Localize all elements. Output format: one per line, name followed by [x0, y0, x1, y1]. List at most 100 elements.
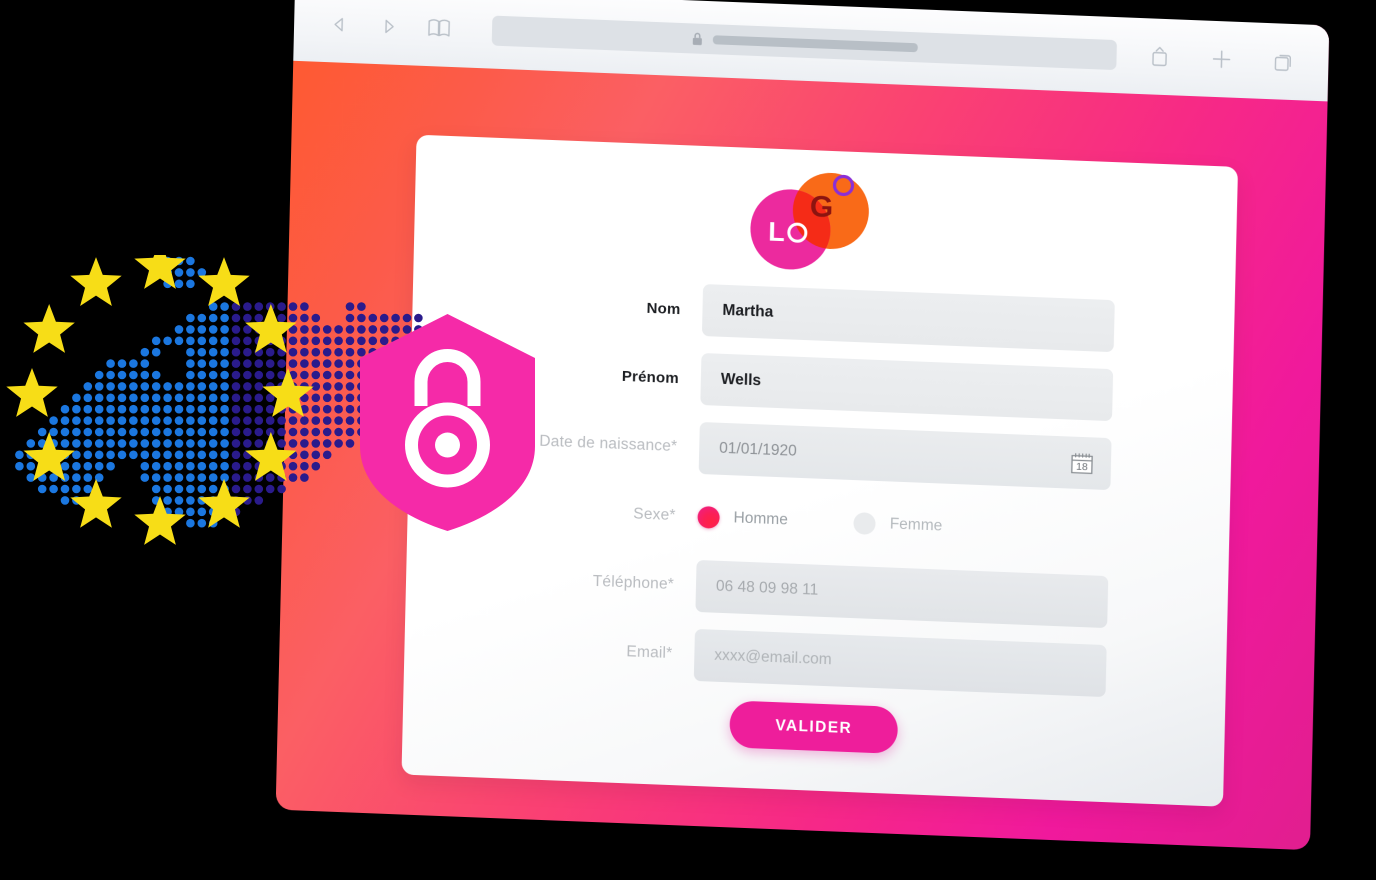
map-dot — [243, 313, 252, 323]
map-dot — [197, 347, 207, 357]
map-dot — [231, 404, 241, 414]
book-icon[interactable] — [422, 11, 457, 46]
map-dot — [117, 404, 127, 414]
map-dot — [265, 382, 275, 391]
map-dot — [186, 416, 195, 425]
map-dot — [72, 439, 81, 448]
eu-star — [198, 478, 250, 528]
map-dot — [220, 325, 229, 334]
map-dot — [265, 347, 275, 357]
map-dot — [49, 484, 58, 494]
map-dot — [140, 461, 150, 471]
map-dot — [174, 473, 184, 482]
input-prenom[interactable]: Wells — [700, 352, 1114, 422]
toolbar-gap-2 — [406, 27, 422, 28]
map-dot — [186, 473, 195, 482]
form-card: L G Nom Martha Prénom Wells Date de nais… — [401, 134, 1239, 807]
map-dot — [265, 325, 275, 334]
map-dot — [254, 347, 264, 357]
map-dot — [277, 347, 286, 357]
eu-star — [134, 496, 186, 545]
map-dot — [129, 393, 138, 403]
input-date-naissance[interactable]: 01/01/1920 18 — [698, 421, 1112, 491]
map-dot — [174, 496, 184, 505]
map-dot — [243, 473, 252, 482]
address-bar[interactable] — [491, 15, 1117, 71]
map-dot — [94, 404, 104, 414]
map-dot — [151, 404, 161, 414]
map-dot — [186, 484, 195, 494]
radio-option-femme[interactable]: Femme — [853, 512, 943, 537]
map-dot — [37, 427, 47, 437]
share-icon[interactable] — [1142, 39, 1177, 74]
map-dot — [208, 416, 218, 425]
map-dot — [208, 427, 218, 437]
radio-option-homme[interactable]: Homme — [697, 505, 788, 532]
map-dot — [208, 439, 218, 448]
map-dot — [186, 382, 195, 391]
calendar-icon[interactable]: 18 — [1069, 449, 1096, 476]
back-arrow-icon[interactable] — [322, 7, 357, 42]
input-telephone[interactable]: 06 48 09 98 11 — [695, 559, 1109, 629]
map-dot — [140, 393, 150, 403]
map-dot — [208, 496, 218, 505]
map-dot — [208, 393, 218, 403]
map-dot — [254, 484, 264, 494]
map-dot — [208, 450, 218, 460]
map-dot — [231, 382, 241, 391]
map-dot — [163, 427, 172, 437]
map-dot — [94, 370, 104, 380]
map-dot — [60, 461, 70, 471]
map-dot — [117, 427, 127, 437]
map-dot — [83, 427, 93, 437]
eu-star — [70, 257, 122, 306]
map-dot — [220, 439, 229, 448]
map-dot — [243, 393, 252, 403]
map-dot — [277, 325, 286, 334]
map-dot — [163, 496, 172, 505]
map-dot — [231, 461, 241, 471]
map-dot — [174, 439, 184, 448]
map-dot — [106, 382, 115, 391]
map-dot — [231, 496, 241, 505]
map-dot — [163, 439, 172, 448]
map-dot — [208, 359, 218, 368]
map-dot — [220, 416, 229, 425]
radio-dot-homme[interactable] — [697, 505, 720, 529]
map-dot — [94, 461, 104, 471]
map-dot — [72, 404, 81, 414]
map-dot — [37, 439, 47, 448]
map-dot — [243, 439, 252, 448]
radio-label-femme: Femme — [889, 515, 943, 535]
input-email[interactable]: xxxx@email.com — [693, 628, 1107, 698]
map-dot — [106, 416, 115, 425]
map-dot — [151, 427, 161, 437]
map-dot — [140, 382, 150, 391]
map-dot — [197, 382, 207, 391]
map-dot — [163, 416, 172, 425]
map-dot — [83, 439, 93, 448]
map-dot — [208, 507, 218, 517]
map-dot — [186, 279, 195, 289]
plus-icon[interactable] — [1204, 42, 1239, 77]
tabs-icon[interactable] — [1266, 44, 1301, 79]
toolbar-gap-1 — [356, 25, 372, 26]
map-dot — [243, 450, 252, 460]
radio-dot-femme[interactable] — [853, 512, 877, 535]
map-dot — [220, 347, 229, 357]
map-dot — [277, 336, 286, 346]
validate-button[interactable]: VALIDER — [729, 700, 899, 754]
forward-arrow-icon[interactable] — [372, 9, 407, 44]
map-dot — [220, 302, 229, 311]
map-dot — [208, 325, 218, 334]
map-dot — [140, 404, 150, 414]
map-dot — [277, 313, 286, 323]
map-dot — [243, 484, 252, 494]
map-dot — [265, 450, 275, 460]
input-nom[interactable]: Martha — [701, 284, 1115, 353]
map-dot — [220, 370, 229, 380]
map-dot — [231, 302, 241, 311]
map-dot — [151, 393, 161, 403]
map-dot — [72, 393, 81, 403]
eu-star — [134, 240, 186, 289]
